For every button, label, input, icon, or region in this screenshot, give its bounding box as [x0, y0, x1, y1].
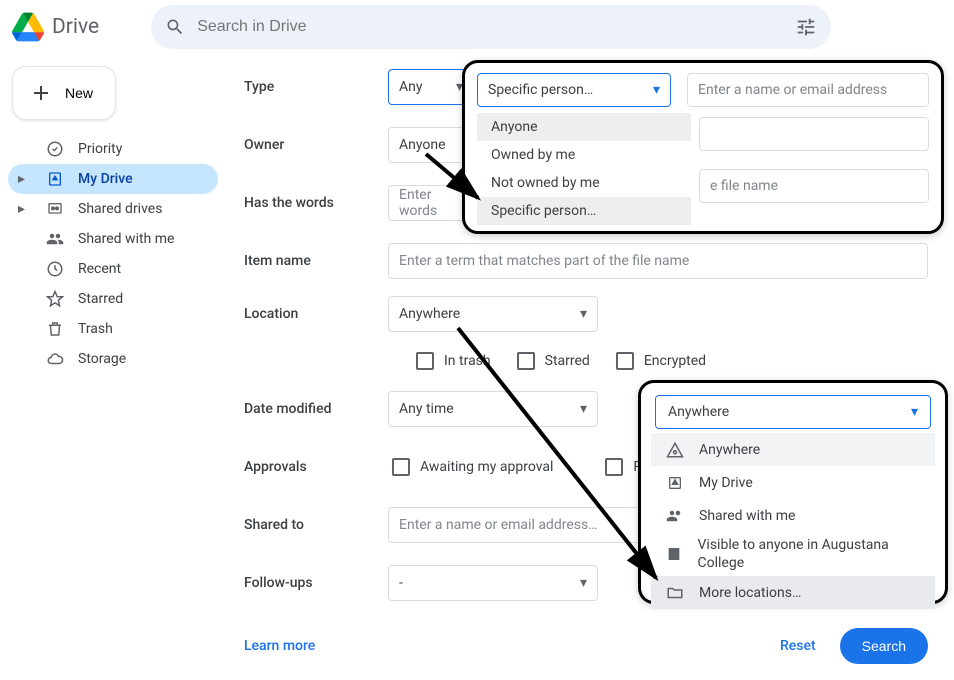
sidebar-item-priority[interactable]: Priority [8, 134, 218, 164]
plus-icon [29, 81, 53, 105]
reset-button[interactable]: Reset [780, 638, 816, 654]
people-icon [46, 230, 64, 248]
location-callout-select[interactable]: Anywhere ▾ [655, 395, 931, 429]
new-label: New [65, 85, 93, 101]
app-name: Drive [52, 15, 99, 39]
location-option-my-drive[interactable]: My Drive [651, 466, 935, 499]
sidebar-item-storage[interactable]: Storage [8, 344, 218, 374]
label-date-modified: Date modified [244, 401, 370, 417]
label-item-name: Item name [244, 253, 370, 269]
label-location: Location [244, 306, 370, 322]
search-bar[interactable] [151, 5, 831, 49]
search-button[interactable]: Search [840, 628, 928, 664]
owner-option-not-owned[interactable]: Not owned by me [477, 169, 691, 197]
search-icon [165, 17, 185, 37]
sidebar-item-label: Shared drives [78, 201, 162, 217]
label-followups: Follow-ups [244, 575, 370, 591]
search-options-icon[interactable] [795, 16, 817, 38]
owner-option-anyone[interactable]: Anyone [477, 113, 691, 141]
chevron-right-icon: ▸ [18, 201, 32, 217]
sidebar-item-starred[interactable]: Starred [8, 284, 218, 314]
chevron-down-icon: ▾ [911, 404, 918, 420]
stub-filename-input[interactable]: e file name [699, 169, 929, 203]
sidebar-item-label: Trash [78, 321, 113, 337]
location-option-visible-org[interactable]: Visible to anyone in Augustana College [651, 532, 935, 576]
label-owner: Owner [244, 137, 370, 153]
chevron-right-icon: ▸ [18, 171, 32, 187]
annotation-arrow [422, 150, 492, 210]
label-shared-to: Shared to [244, 517, 370, 533]
sidebar-item-label: My Drive [78, 171, 133, 187]
owner-callout-select[interactable]: Specific person… ▾ [477, 73, 671, 107]
sidebar-item-shared-drives[interactable]: ▸ Shared drives [8, 194, 218, 224]
location-option-more-locations[interactable]: More locations… [651, 576, 935, 609]
location-option-shared-with-me[interactable]: Shared with me [651, 499, 935, 532]
drive-logo-icon [12, 11, 44, 43]
owner-name-input[interactable]: Enter a name or email address [687, 73, 929, 107]
owner-option-specific-person[interactable]: Specific person… [477, 197, 691, 225]
stub-input[interactable] [699, 117, 929, 151]
shared-drives-icon [46, 201, 64, 217]
clock-icon [46, 260, 64, 278]
my-drive-icon [46, 171, 64, 187]
label-has-words: Has the words [244, 195, 370, 211]
owner-dropdown-menu: Anyone Owned by me Not owned by me Speci… [477, 113, 691, 225]
sidebar-item-label: Storage [78, 351, 126, 367]
annotation-arrow [452, 322, 672, 592]
sidebar-item-label: Priority [78, 141, 122, 157]
location-option-anywhere[interactable]: Anywhere [651, 433, 935, 466]
sidebar-item-my-drive[interactable]: ▸ My Drive [8, 164, 218, 194]
trash-icon [46, 320, 64, 338]
label-type: Type [244, 79, 370, 95]
sidebar-item-shared-with-me[interactable]: Shared with me [8, 224, 218, 254]
chevron-down-icon: ▾ [580, 306, 587, 322]
drive-logo[interactable]: Drive [12, 11, 99, 43]
label-approvals: Approvals [244, 459, 370, 475]
callout-owner-dropdown: Specific person… ▾ Enter a name or email… [462, 60, 944, 234]
sidebar-item-trash[interactable]: Trash [8, 314, 218, 344]
sidebar-item-label: Shared with me [78, 231, 174, 247]
priority-icon [46, 140, 64, 158]
star-icon [46, 290, 64, 308]
sidebar-item-label: Starred [78, 291, 123, 307]
callout-location-dropdown: Anywhere ▾ Anywhere My Drive Shared with… [638, 380, 948, 604]
chevron-down-icon: ▾ [653, 82, 660, 98]
cloud-icon [46, 350, 64, 368]
learn-more-link[interactable]: Learn more [244, 638, 315, 654]
sidebar-item-recent[interactable]: Recent [8, 254, 218, 284]
search-input[interactable] [195, 17, 817, 37]
sidebar-item-label: Recent [78, 261, 121, 277]
item-name-input[interactable]: Enter a term that matches part of the fi… [388, 243, 928, 279]
owner-option-owned-by-me[interactable]: Owned by me [477, 141, 691, 169]
new-button[interactable]: New [12, 66, 116, 120]
